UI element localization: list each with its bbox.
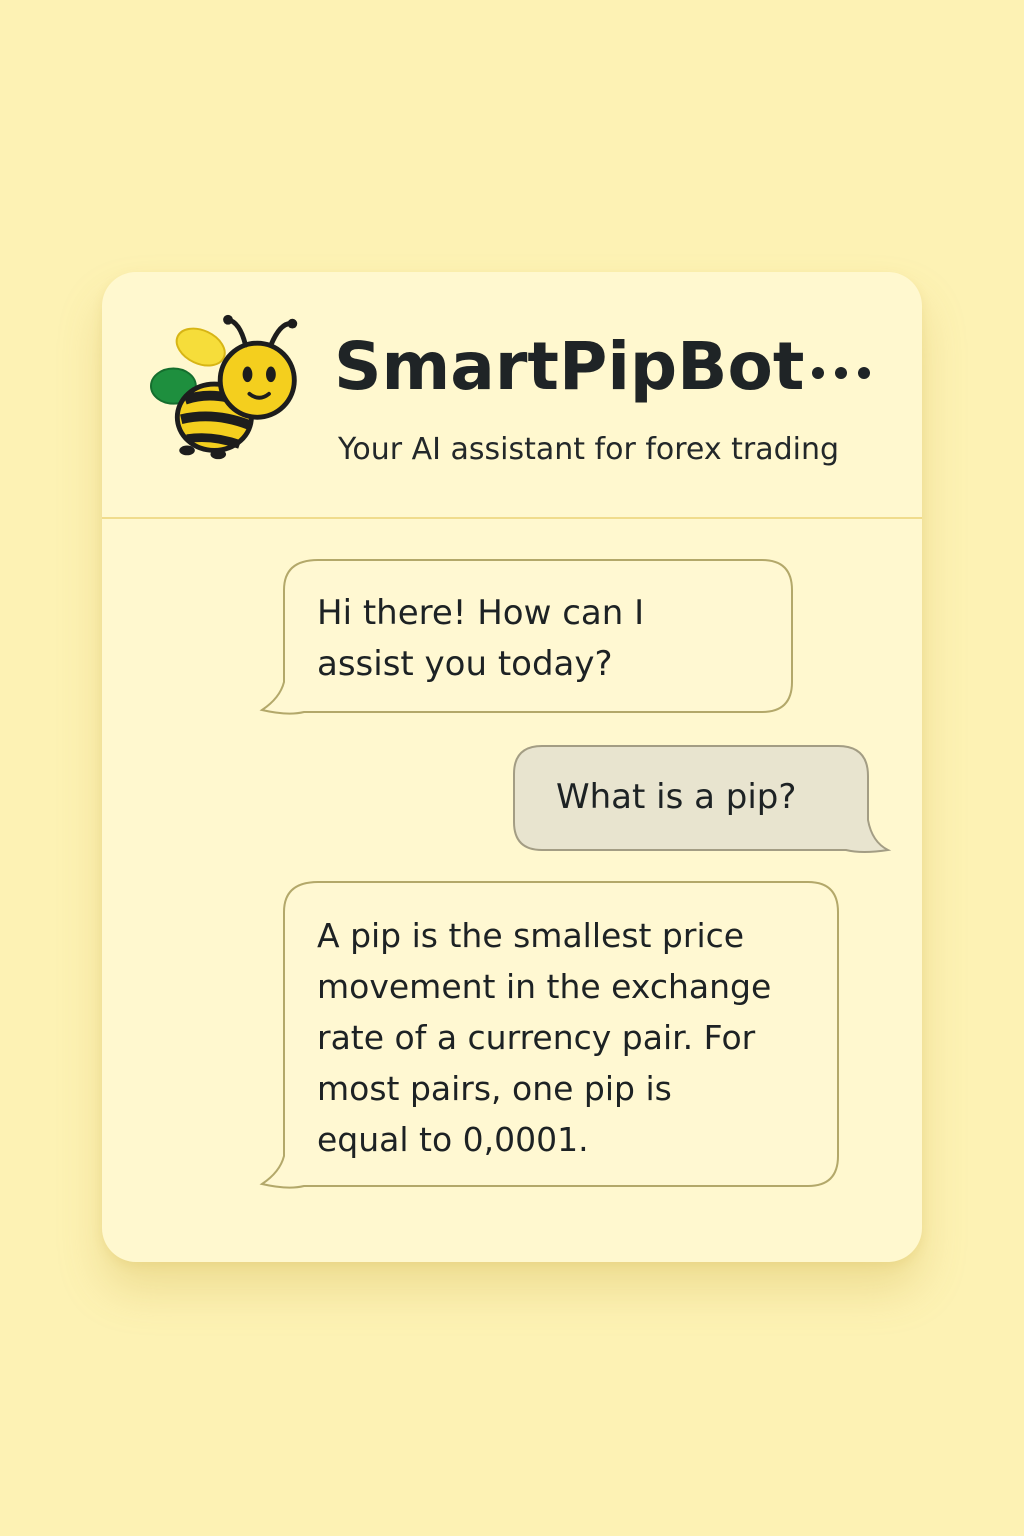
more-dots-icon[interactable]: [808, 358, 874, 388]
app-subtitle: Your AI assistant for forex trading: [338, 432, 840, 467]
user-message: What is a pip?: [512, 744, 892, 854]
bot-message: Hi there! How can I assist you today?: [259, 558, 794, 718]
chat-window: SmartPipBot Your AI assistant for forex …: [102, 272, 922, 1262]
message-text: What is a pip?: [556, 777, 797, 817]
message-text: Hi there! How can I assist you today?: [317, 593, 645, 684]
chat-header: SmartPipBot Your AI assistant for forex …: [102, 272, 922, 519]
app-title: SmartPipBot: [334, 328, 805, 405]
message-text: A pip is the smallest price movement in …: [317, 916, 772, 1159]
bee-icon: [150, 314, 298, 460]
bot-message: A pip is the smallest price movement in …: [259, 880, 840, 1190]
